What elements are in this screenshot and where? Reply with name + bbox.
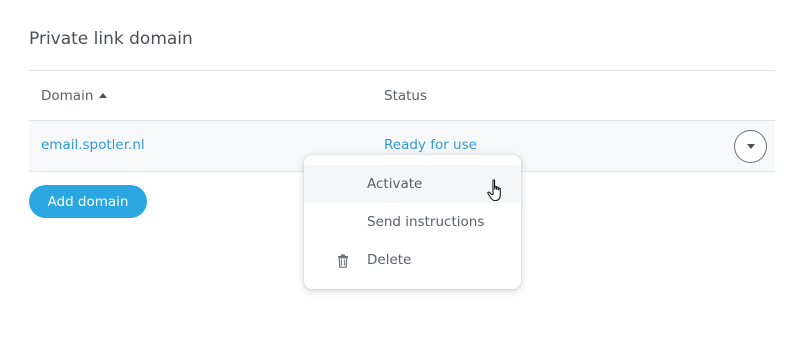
table-header: Domain Status (29, 71, 775, 121)
status-cell[interactable]: Ready for use (384, 137, 477, 153)
hand-pointer-icon (487, 179, 501, 202)
menu-item-activate-label: Activate (367, 176, 423, 192)
menu-item-send-instructions-label: Send instructions (367, 214, 485, 230)
menu-item-delete-label: Delete (367, 252, 412, 268)
row-actions-dropdown: Activate Send instructions Delete (304, 155, 521, 289)
add-domain-button[interactable]: Add domain (29, 185, 147, 218)
section-title: Private link domain (29, 29, 193, 49)
column-header-domain-label: Domain (41, 88, 94, 104)
domain-cell[interactable]: email.spotler.nl (41, 137, 145, 153)
sort-up-icon (99, 92, 108, 98)
row-actions-button[interactable] (734, 130, 767, 163)
trash-icon (337, 253, 349, 268)
column-header-status: Status (384, 88, 428, 104)
menu-item-delete[interactable]: Delete (304, 241, 521, 279)
menu-item-send-instructions[interactable]: Send instructions (304, 203, 521, 241)
column-header-domain[interactable]: Domain (41, 88, 108, 104)
chevron-down-icon (746, 144, 755, 149)
